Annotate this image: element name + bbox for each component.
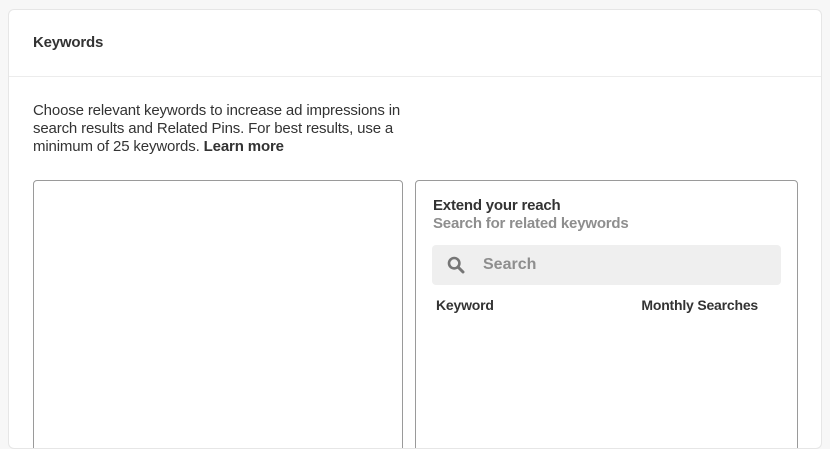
search-input[interactable] bbox=[481, 255, 775, 275]
keywords-card: Keywords Choose relevant keywords to inc… bbox=[8, 9, 822, 449]
column-header-keyword: Keyword bbox=[436, 297, 494, 313]
search-icon bbox=[446, 255, 466, 275]
learn-more-link[interactable]: Learn more bbox=[204, 138, 284, 155]
reach-subtitle: Search for related keywords bbox=[433, 215, 629, 232]
reach-title: Extend your reach bbox=[433, 197, 561, 214]
keywords-description: Choose relevant keywords to increase ad … bbox=[33, 102, 423, 156]
section-title: Keywords bbox=[33, 33, 104, 51]
keyword-search-box[interactable] bbox=[432, 245, 781, 285]
card-header: Keywords bbox=[9, 10, 821, 77]
extend-reach-panel: Extend your reach Search for related key… bbox=[415, 180, 798, 448]
keywords-textarea[interactable] bbox=[33, 180, 403, 448]
column-header-monthly-searches: Monthly Searches bbox=[641, 297, 758, 313]
results-column-headers: Keyword Monthly Searches bbox=[436, 297, 758, 313]
